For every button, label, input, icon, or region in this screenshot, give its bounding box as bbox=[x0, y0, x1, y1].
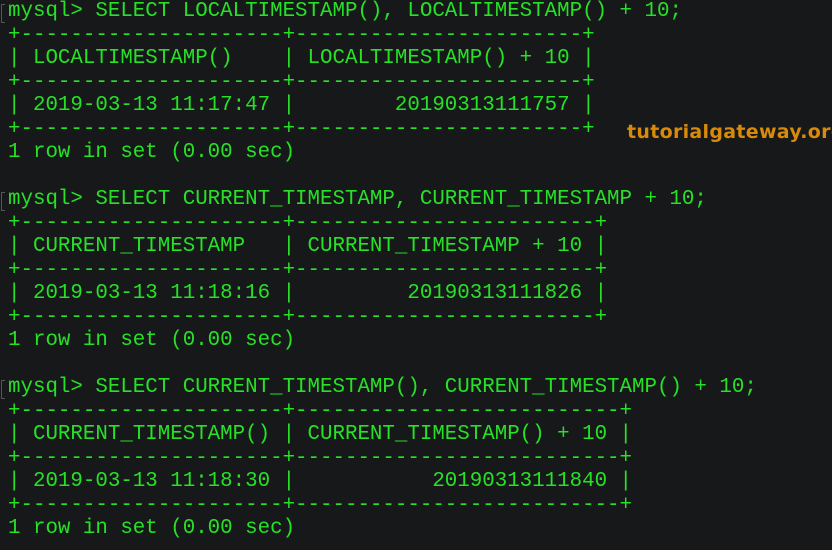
table-border: +---------------------+-----------------… bbox=[8, 399, 633, 423]
sql-command: mysql> SELECT LOCALTIMESTAMP(), LOCALTIM… bbox=[8, 0, 682, 23]
sql-command: mysql> SELECT CURRENT_TIMESTAMP, CURRENT… bbox=[8, 188, 707, 211]
table-border: +---------------------+-----------------… bbox=[8, 23, 595, 47]
table-row: | 2019-03-13 11:18:30 | 20190313111840 | bbox=[8, 470, 633, 493]
prompt-marker-icon bbox=[1, 380, 5, 399]
sql-command: mysql> SELECT CURRENT_TIMESTAMP(), CURRE… bbox=[8, 376, 757, 399]
watermark: tutorialgateway.org bbox=[627, 121, 832, 143]
query-block-2: mysql> SELECT CURRENT_TIMESTAMP, CURRENT… bbox=[8, 188, 757, 376]
table-border: +---------------------+-----------------… bbox=[8, 446, 633, 470]
result-status: 1 row in set (0.00 sec) bbox=[8, 517, 296, 540]
query-block-1: mysql> SELECT LOCALTIMESTAMP(), LOCALTIM… bbox=[8, 0, 757, 188]
table-border: +---------------------+-----------------… bbox=[8, 258, 608, 282]
prompt-marker-icon bbox=[1, 4, 5, 23]
table-header: | CURRENT_TIMESTAMP | CURRENT_TIMESTAMP … bbox=[8, 235, 608, 258]
result-status: 1 row in set (0.00 sec) bbox=[8, 329, 296, 352]
table-border: +---------------------+-----------------… bbox=[8, 305, 608, 329]
result-status: 1 row in set (0.00 sec) bbox=[8, 141, 296, 164]
table-row: | 2019-03-13 11:17:47 | 20190313111757 | bbox=[8, 94, 595, 117]
table-header: | LOCALTIMESTAMP() | LOCALTIMESTAMP() + … bbox=[8, 47, 595, 70]
table-row: | 2019-03-13 11:18:16 | 20190313111826 | bbox=[8, 282, 608, 305]
table-border: +---------------------+-----------------… bbox=[8, 211, 608, 235]
query-block-3: mysql> SELECT CURRENT_TIMESTAMP(), CURRE… bbox=[8, 376, 757, 541]
table-header: | CURRENT_TIMESTAMP() | CURRENT_TIMESTAM… bbox=[8, 423, 633, 446]
prompt-marker-icon bbox=[1, 192, 5, 211]
terminal-output: mysql> SELECT LOCALTIMESTAMP(), LOCALTIM… bbox=[8, 0, 757, 541]
table-border: +---------------------+-----------------… bbox=[8, 493, 633, 517]
table-border: +---------------------+-----------------… bbox=[8, 70, 595, 94]
